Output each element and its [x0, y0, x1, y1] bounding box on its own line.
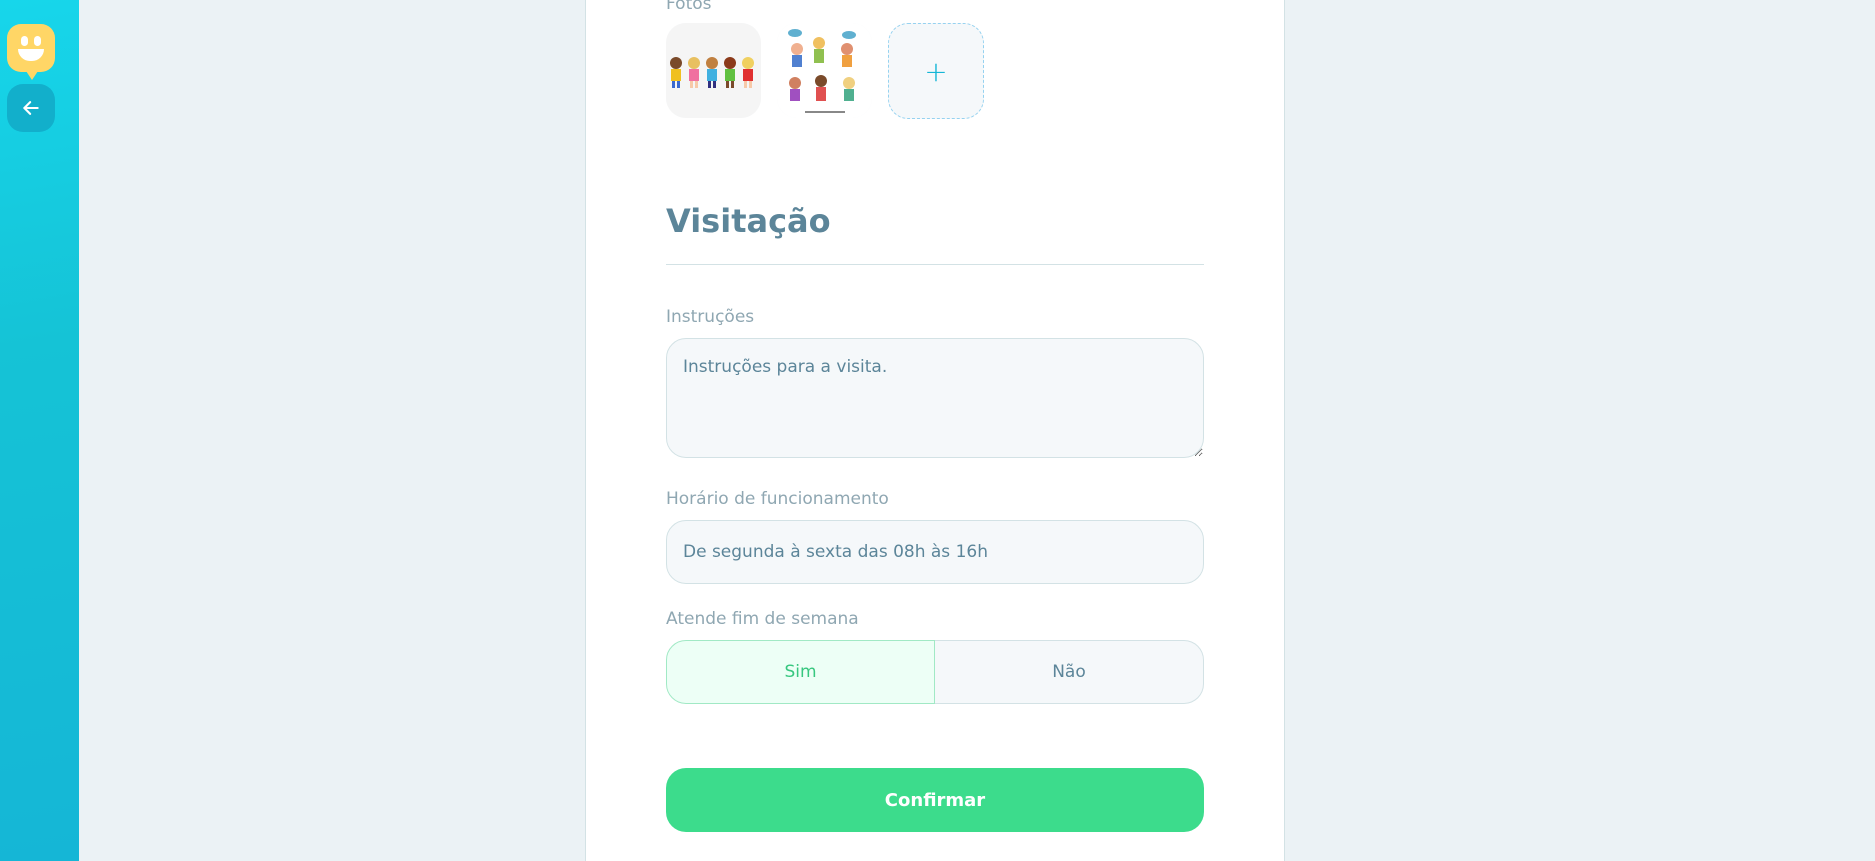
- photos-label: Fotos: [666, 0, 712, 14]
- weekends-yes-button[interactable]: Sim: [666, 640, 935, 704]
- weekends-label: Atende fim de semana: [666, 609, 859, 629]
- divider: [666, 264, 1204, 265]
- confirm-button[interactable]: Confirmar: [666, 768, 1204, 832]
- sidebar: [0, 0, 79, 861]
- weekends-toggle: Sim Não: [666, 640, 1204, 704]
- opening-hours-input[interactable]: [666, 520, 1204, 584]
- photo-thumbnail[interactable]: [777, 23, 872, 118]
- arrow-left-icon: [23, 101, 39, 115]
- photos-list: +: [666, 23, 984, 119]
- instructions-textarea[interactable]: Instruções para a visita.: [666, 338, 1204, 458]
- section-title-visitation: Visitação: [666, 202, 831, 240]
- back-button[interactable]: [7, 84, 55, 132]
- opening-hours-label: Horário de funcionamento: [666, 489, 889, 509]
- instructions-label: Instruções: [666, 307, 755, 327]
- create-orphanage-form: Fotos + Visitação Instruções Instruções …: [585, 0, 1285, 861]
- plus-icon: +: [924, 54, 948, 88]
- photo-thumbnail[interactable]: [666, 23, 761, 118]
- happy-face-logo-icon: [7, 24, 55, 80]
- add-photo-button[interactable]: +: [888, 23, 984, 119]
- weekends-no-button[interactable]: Não: [935, 640, 1204, 704]
